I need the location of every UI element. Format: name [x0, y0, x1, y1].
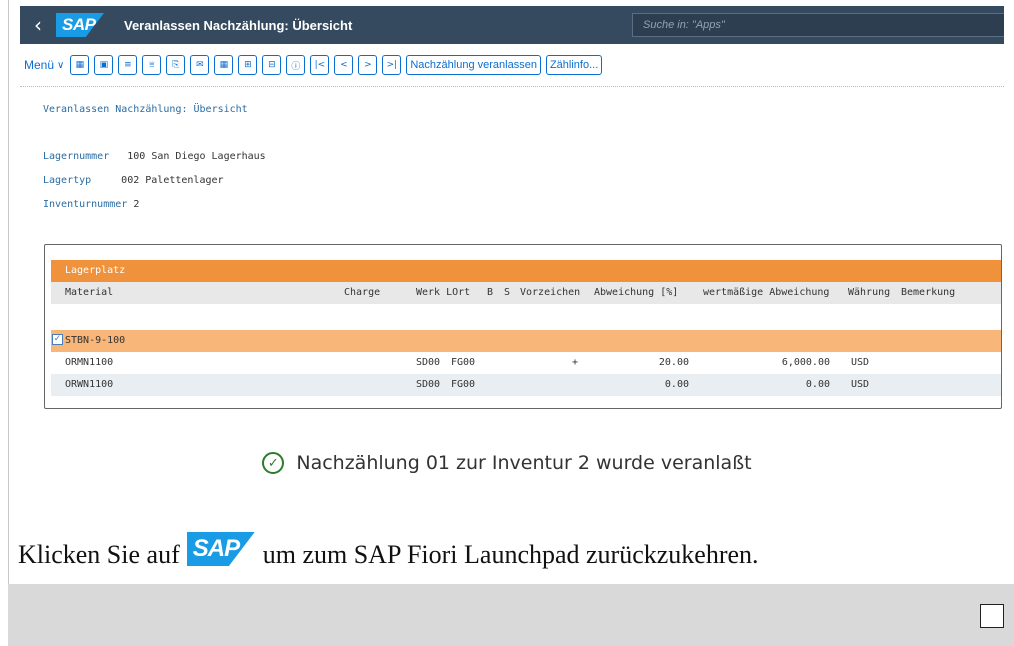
select-layout-icon[interactable]: ▣	[94, 55, 114, 75]
nachzaehlung-veranlassen-button[interactable]: Nachzählung veranlassen	[406, 55, 541, 75]
table-row[interactable]: ORMN1100 SD00 FG00 + 20.00 6,000.00 USD	[51, 352, 1001, 374]
table-icon[interactable]: ▦	[214, 55, 234, 75]
shell-header: ‹ SAP Veranlassen Nachzählung: Übersicht…	[20, 6, 1004, 44]
field-label: Lagertyp	[43, 175, 92, 186]
check-circle-icon: ✓	[262, 452, 285, 474]
back-button[interactable]: ‹	[20, 6, 56, 44]
subtotal-icon[interactable]: ⊞	[238, 55, 258, 75]
cell-abweichung: 0.00	[664, 379, 689, 390]
chevron-down-icon: ∨	[57, 59, 65, 71]
column-header-abweichung[interactable]: Abweichung [%]	[594, 287, 678, 298]
search-input[interactable]: Suche in: "Apps"	[632, 13, 1004, 37]
column-header-wert-abweichung[interactable]: wertmäßige Abweichung	[703, 287, 829, 298]
success-message-text: Nachzählung 01 zur Inventur 2 wurde vera…	[296, 452, 752, 474]
column-header-bemerkung[interactable]: Bemerkung	[901, 287, 955, 298]
column-header-lagerplatz: Lagerplatz	[65, 265, 126, 276]
cell-lort: FG00	[451, 357, 476, 368]
filter-icon[interactable]: ⩸	[142, 55, 162, 75]
field-label: Lagernummer	[43, 151, 110, 162]
field-inventurnummer: Inventurnummer 2	[43, 199, 139, 210]
field-value: 002 Palettenlager	[121, 175, 224, 186]
menu-button[interactable]: Menü ∨	[24, 58, 64, 72]
group-label: STBN-9-100	[65, 335, 126, 346]
cell-material: ORWN1100	[65, 379, 114, 390]
cell-waehrung: USD	[851, 379, 870, 390]
page-title: Veranlassen Nachzählung: Übersicht	[124, 17, 353, 33]
field-value: 2	[133, 199, 140, 210]
list-header-group: Lagerplatz	[51, 260, 1001, 282]
last-page-icon[interactable]: >|	[382, 55, 402, 75]
instruction-after: um zum SAP Fiori Launchpad zurückzukehre…	[262, 540, 759, 569]
mail-icon[interactable]: ✉	[190, 55, 210, 75]
instruction: Klicken Sie auf SAP um zum SAP Fiori Lau…	[18, 532, 759, 570]
field-label: Inventurnummer	[43, 199, 128, 210]
report-title: Veranlassen Nachzählung: Übersicht	[43, 104, 248, 115]
info-icon[interactable]: ⓘ	[286, 55, 306, 75]
success-message: ✓ Nachzählung 01 zur Inventur 2 wurde ve…	[0, 452, 1014, 474]
column-header-s[interactable]: S	[504, 287, 510, 298]
column-header-b[interactable]: B	[487, 287, 493, 298]
inventory-list: Lagerplatz Material Charge Werk LOrt B S…	[44, 244, 1002, 409]
toolbar: Menü ∨ ▦ ▣ ≡ ⩸ ⎘ ✉ ▦ ⊞ ⊟ ⓘ |< < > >| Nac…	[20, 54, 1004, 76]
group-checkbox[interactable]: ✓	[52, 334, 63, 345]
cell-abweichung: 20.00	[658, 357, 689, 368]
cell-vorzeichen: +	[572, 357, 579, 368]
column-header-charge[interactable]: Charge	[344, 287, 380, 298]
table-row[interactable]: ORWN1100 SD00 FG00 0.00 0.00 USD	[51, 374, 1001, 396]
layout-icon[interactable]: ▦	[70, 55, 90, 75]
sap-logo-inline[interactable]: SAP	[186, 532, 255, 566]
first-page-icon[interactable]: |<	[310, 55, 330, 75]
column-header-werk-lort[interactable]: Werk LOrt	[416, 287, 470, 298]
instruction-before: Klicken Sie auf	[18, 540, 180, 569]
cell-material: ORMN1100	[65, 357, 114, 368]
column-header-vorzeichen[interactable]: Vorzeichen	[520, 287, 580, 298]
column-header-waehrung[interactable]: Währung	[848, 287, 890, 298]
export-icon[interactable]: ⎘	[166, 55, 186, 75]
zaehlinfo-button[interactable]: Zählinfo...	[545, 55, 603, 75]
cell-wert: 0.00	[805, 379, 830, 390]
group-row[interactable]: ✓ STBN-9-100	[51, 330, 1001, 352]
total-icon[interactable]: ⊟	[262, 55, 282, 75]
cell-werk: SD00	[416, 357, 441, 368]
list-header-columns: Material Charge Werk LOrt B S Vorzeichen…	[51, 282, 1001, 304]
field-value: 100 San Diego Lagerhaus	[127, 151, 266, 162]
cell-wert: 6,000.00	[781, 357, 830, 368]
field-lagertyp: Lagertyp 002 Palettenlager	[43, 175, 224, 186]
toolbar-divider	[20, 86, 1004, 87]
back-icon: ‹	[34, 13, 42, 37]
cell-lort: FG00	[451, 379, 476, 390]
cell-werk: SD00	[416, 379, 441, 390]
footer-checkbox[interactable]	[980, 604, 1004, 628]
footer-bar	[8, 584, 1014, 646]
sap-logo[interactable]: SAP	[56, 13, 104, 37]
menu-label: Menü	[24, 58, 55, 72]
field-lagernummer: Lagernummer 100 San Diego Lagerhaus	[43, 151, 266, 162]
left-rule	[8, 0, 9, 584]
cell-waehrung: USD	[851, 357, 870, 368]
column-header-material[interactable]: Material	[65, 287, 113, 298]
prev-page-icon[interactable]: <	[334, 55, 354, 75]
sort-icon[interactable]: ≡	[118, 55, 138, 75]
next-page-icon[interactable]: >	[358, 55, 378, 75]
